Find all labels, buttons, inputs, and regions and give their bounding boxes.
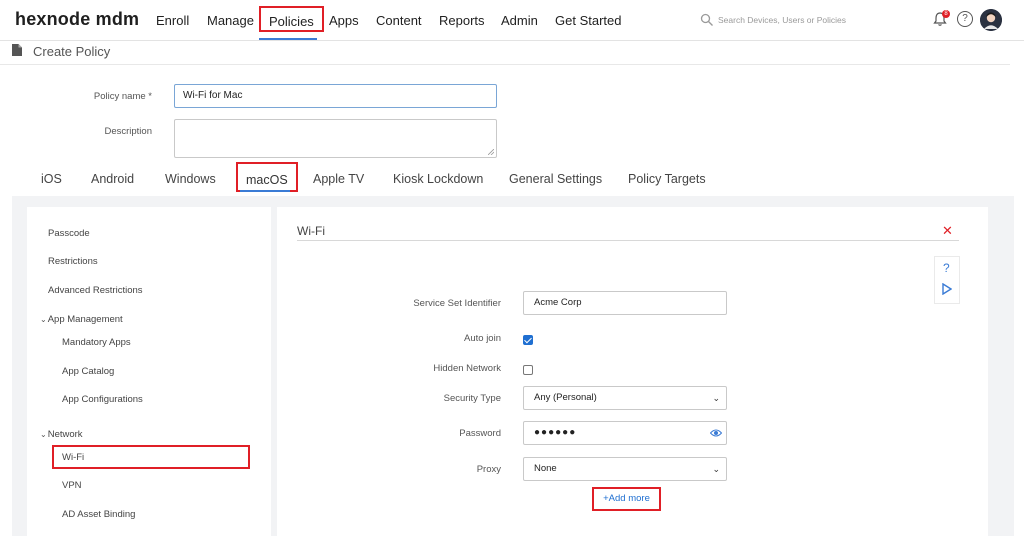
sidebar-item-wifi[interactable]: Wi-Fi	[52, 445, 250, 469]
chevron-down-icon: ⌄	[40, 315, 47, 324]
policy-name-input[interactable]: Wi-Fi for Mac	[174, 84, 497, 108]
sidebar-item-app-configurations[interactable]: App Configurations	[62, 394, 143, 405]
tab-ios[interactable]: iOS	[41, 172, 62, 186]
search-icon	[700, 13, 713, 26]
add-more-button[interactable]: +Add more	[592, 487, 661, 511]
proxy-value: None	[534, 463, 557, 474]
avatar-icon	[980, 9, 1002, 31]
top-navigation: hexnode mdm Enroll Manage Policies Apps …	[0, 0, 1024, 41]
sidebar-item-mandatory-apps[interactable]: Mandatory Apps	[62, 337, 131, 348]
proxy-label: Proxy	[476, 464, 501, 475]
nav-item-reports[interactable]: Reports	[439, 13, 485, 28]
nav-item-apps[interactable]: Apps	[329, 13, 359, 28]
security-type-select[interactable]: Any (Personal) ⌄	[523, 386, 727, 410]
proxy-select[interactable]: None ⌄	[523, 457, 727, 481]
nav-item-policies[interactable]: Policies	[259, 6, 324, 32]
description-textarea[interactable]	[174, 119, 497, 158]
description-label: Description	[104, 126, 152, 137]
play-icon[interactable]	[942, 283, 952, 295]
chevron-down-icon: ⌄	[712, 393, 720, 403]
tab-apple-tv[interactable]: Apple TV	[313, 172, 364, 186]
sidebar-item-vpn[interactable]: VPN	[62, 480, 82, 491]
policy-name-label: Policy name *	[93, 91, 152, 102]
auto-join-label: Auto join	[464, 333, 501, 344]
tab-policy-targets[interactable]: Policy Targets	[628, 172, 706, 186]
tab-windows[interactable]: Windows	[165, 172, 216, 186]
resize-grip-icon[interactable]	[488, 149, 494, 155]
password-label: Password	[459, 428, 501, 439]
auto-join-checkbox[interactable]	[523, 335, 533, 345]
help-icon[interactable]: ?	[957, 11, 973, 27]
ssid-input[interactable]: Acme Corp	[523, 291, 727, 315]
sidebar-item-app-catalog[interactable]: App Catalog	[62, 366, 114, 377]
tab-macos[interactable]: macOS	[236, 162, 298, 192]
nav-item-manage[interactable]: Manage	[207, 13, 254, 28]
eye-icon[interactable]	[710, 428, 722, 438]
sidebar-item-restrictions[interactable]: Restrictions	[48, 256, 98, 267]
section-title: Wi-Fi	[297, 224, 325, 238]
page-title: Create Policy	[33, 44, 111, 59]
help-icon[interactable]: ?	[943, 261, 950, 275]
sidebar-item-passcode[interactable]: Passcode	[48, 228, 90, 239]
notification-badge: 8	[942, 10, 950, 18]
section-divider	[297, 240, 959, 241]
ssid-label: Service Set Identifier	[413, 298, 501, 309]
nav-item-get-started[interactable]: Get Started	[555, 13, 621, 28]
hidden-network-checkbox[interactable]	[523, 365, 533, 375]
nav-item-admin[interactable]: Admin	[501, 13, 538, 28]
security-type-value: Any (Personal)	[534, 392, 597, 403]
chevron-down-icon: ⌄	[40, 430, 47, 439]
floating-toolbar: ?	[934, 256, 960, 304]
sidebar-item-advanced-restrictions[interactable]: Advanced Restrictions	[48, 285, 143, 296]
tab-general-settings[interactable]: General Settings	[509, 172, 602, 186]
password-value: ●●●●●●	[534, 427, 577, 438]
sidebar-group-network[interactable]: ⌄Network	[40, 429, 83, 440]
password-input[interactable]: ●●●●●●	[523, 421, 727, 445]
nav-item-content[interactable]: Content	[376, 13, 422, 28]
sidebar-group-label: App Management	[47, 314, 123, 325]
security-type-label: Security Type	[443, 393, 501, 404]
tab-kiosk-lockdown[interactable]: Kiosk Lockdown	[393, 172, 483, 186]
tab-android[interactable]: Android	[91, 172, 134, 186]
nav-item-enroll[interactable]: Enroll	[156, 13, 189, 28]
sidebar-item-ad-asset-binding[interactable]: AD Asset Binding	[62, 509, 135, 520]
sidebar-group-app-management[interactable]: ⌄App Management	[40, 314, 123, 325]
sidebar-group-label: Network	[47, 429, 83, 440]
close-icon[interactable]: ✕	[942, 223, 953, 239]
hidden-network-label: Hidden Network	[433, 363, 501, 374]
global-search[interactable]: Search Devices, Users or Policies	[700, 13, 930, 29]
tab-active-underline	[240, 190, 290, 192]
header-divider	[0, 64, 1010, 65]
search-input[interactable]: Search Devices, Users or Policies	[718, 15, 846, 25]
chevron-down-icon: ⌄	[712, 464, 720, 474]
nav-active-underline	[259, 38, 317, 40]
hexnode-logo[interactable]: hexnode mdm	[15, 9, 139, 30]
avatar[interactable]	[980, 9, 1002, 31]
file-icon	[12, 44, 22, 56]
